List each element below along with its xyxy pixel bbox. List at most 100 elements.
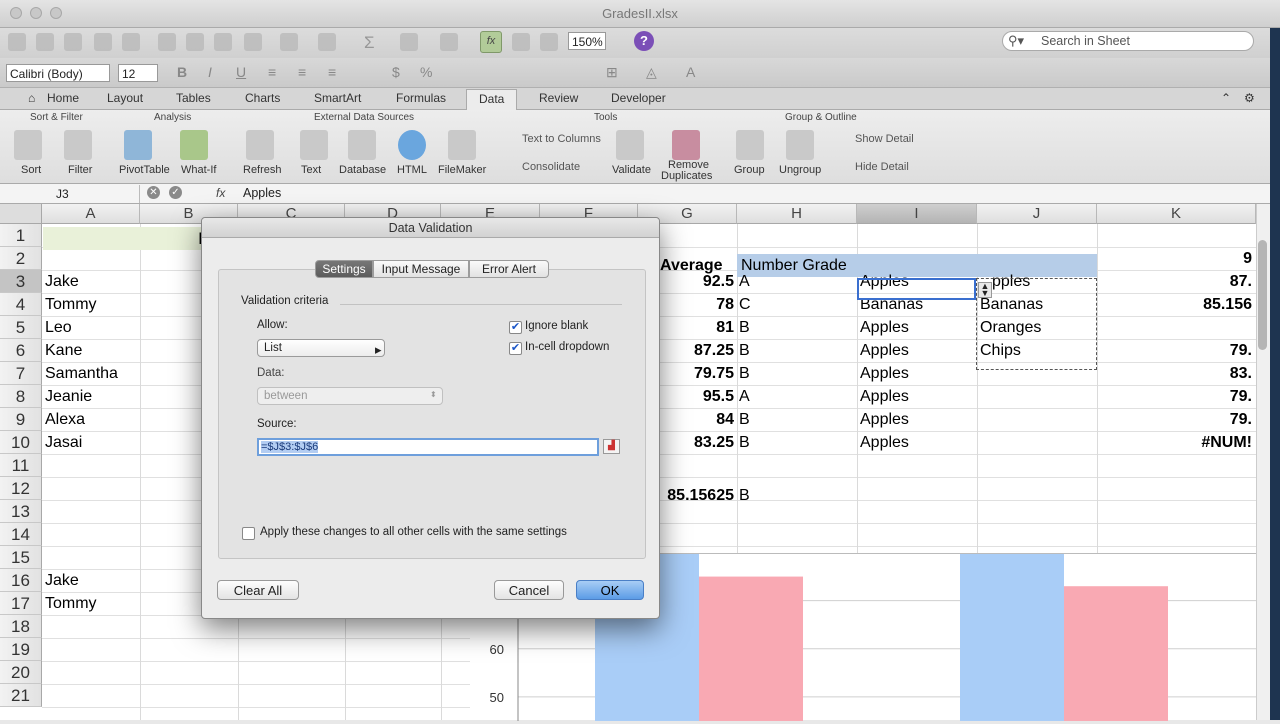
cell-name[interactable]: Jasai (43, 434, 82, 452)
cell-name[interactable]: Leo (43, 319, 72, 337)
cell-grade[interactable]: A (737, 273, 750, 291)
tab-developer[interactable]: Developer (611, 91, 666, 105)
cell-k[interactable]: #NUM! (1100, 434, 1252, 452)
refresh-button[interactable]: Refresh (243, 164, 282, 176)
cell-grade[interactable]: B (737, 319, 750, 337)
align-center-icon[interactable]: ≡ (298, 64, 306, 80)
row-header-5[interactable]: 5 (0, 316, 42, 339)
format-painter-icon[interactable] (244, 33, 262, 51)
cell-k[interactable]: 79. (1100, 411, 1252, 429)
percent-icon[interactable]: % (420, 64, 432, 80)
chart-bar-series2[interactable] (699, 576, 803, 721)
tab-smartart[interactable]: SmartArt (314, 91, 361, 105)
remove-duplicates-icon[interactable] (672, 130, 700, 160)
allow-select[interactable]: List (257, 339, 385, 357)
cell-grade[interactable]: B (737, 434, 750, 452)
search-input[interactable]: Search in Sheet (1002, 31, 1254, 51)
database-button[interactable]: Database (339, 164, 386, 176)
font-size-field[interactable]: 12 (118, 64, 158, 82)
cell-k[interactable]: 79. (1100, 342, 1252, 360)
fill-color-icon[interactable]: ◬ (646, 64, 657, 81)
source-input[interactable]: =$J$3:$J$6 (257, 438, 599, 456)
column-header-a[interactable]: A (42, 204, 140, 224)
collapse-dialog-icon[interactable]: ▟ (603, 439, 620, 454)
paste-icon[interactable] (214, 33, 232, 51)
copy-icon[interactable] (186, 33, 204, 51)
confirm-entry-icon[interactable]: ✓ (169, 186, 182, 199)
zoom-window-button[interactable] (50, 7, 62, 19)
cancel-button[interactable]: Cancel (494, 580, 564, 600)
row-header-7[interactable]: 7 (0, 362, 42, 385)
filemaker-button[interactable]: FileMaker (438, 164, 486, 176)
cell-grade[interactable]: A (737, 388, 750, 406)
row-header-12[interactable]: 12 (0, 477, 42, 500)
cell-i[interactable]: Apples (858, 411, 909, 429)
tab-input-message[interactable]: Input Message (373, 260, 469, 278)
filter-icon[interactable] (64, 130, 92, 160)
in-cell-dropdown-checkbox[interactable]: ✔ (509, 342, 522, 355)
name-box[interactable]: J3 (0, 185, 140, 203)
row-header-13[interactable]: 13 (0, 500, 42, 523)
cell-i[interactable]: Apples (858, 342, 909, 360)
show-detail-button[interactable]: Show Detail (855, 133, 914, 145)
save-icon[interactable] (94, 33, 112, 51)
cell-i[interactable]: Apples (858, 388, 909, 406)
hide-detail-button[interactable]: Hide Detail (855, 161, 909, 173)
cell-k[interactable]: 83. (1100, 365, 1252, 383)
cell-k[interactable]: 85.156 (1100, 296, 1252, 314)
cell-i[interactable]: Apples (858, 434, 909, 452)
ok-button[interactable]: OK (576, 580, 644, 600)
filter-button[interactable]: Filter (68, 164, 92, 176)
row-header-17[interactable]: 17 (0, 592, 42, 615)
what-if-button[interactable]: What-If (181, 164, 216, 176)
select-all-corner[interactable] (0, 204, 42, 224)
spinner-icon[interactable]: ▲ ▼ (978, 282, 992, 298)
align-left-icon[interactable]: ≡ (268, 64, 276, 80)
column-header-i[interactable]: I (857, 204, 977, 224)
undo-icon[interactable] (280, 33, 298, 51)
close-window-button[interactable] (10, 7, 22, 19)
sort-icon[interactable] (400, 33, 418, 51)
row-header-4[interactable]: 4 (0, 293, 42, 316)
chart-bar-series1[interactable] (960, 514, 1064, 721)
row-header-1[interactable]: 1 (0, 224, 42, 247)
ignore-blank-checkbox[interactable]: ✔ (509, 321, 522, 334)
cell-name[interactable]: Jeanie (43, 388, 92, 406)
remove-duplicates-label-2[interactable]: Duplicates (661, 170, 712, 182)
redo-icon[interactable] (318, 33, 336, 51)
scrollbar-thumb[interactable] (1258, 240, 1267, 350)
align-right-icon[interactable]: ≡ (328, 64, 336, 80)
row-header-16[interactable]: 16 (0, 569, 42, 592)
tab-error-alert[interactable]: Error Alert (469, 260, 549, 278)
group-icon[interactable] (736, 130, 764, 160)
filemaker-icon[interactable] (448, 130, 476, 160)
tab-data[interactable]: Data (466, 89, 518, 111)
cell-grade[interactable]: B (737, 342, 750, 360)
sort-icon[interactable] (14, 130, 42, 160)
minimize-window-button[interactable] (30, 7, 42, 19)
cell-name[interactable]: Jake (43, 273, 79, 291)
row-header-10[interactable]: 10 (0, 431, 42, 454)
row-header-9[interactable]: 9 (0, 408, 42, 431)
cell-k[interactable]: 79. (1100, 388, 1252, 406)
templates-icon[interactable] (36, 33, 54, 51)
text-to-columns-button[interactable]: Text to Columns (522, 133, 601, 145)
validate-icon[interactable] (616, 130, 644, 160)
tab-tables[interactable]: Tables (176, 91, 211, 105)
row-header-19[interactable]: 19 (0, 638, 42, 661)
gear-icon[interactable]: ⚙ (1244, 91, 1255, 105)
cell-i[interactable]: Apples (858, 365, 909, 383)
what-if-icon[interactable] (180, 130, 208, 160)
column-header-h[interactable]: H (737, 204, 857, 224)
underline-button[interactable]: U (236, 64, 246, 80)
group-button[interactable]: Group (734, 164, 765, 176)
help-icon[interactable]: ? (634, 31, 654, 51)
sort-button[interactable]: Sort (21, 164, 41, 176)
column-header-j[interactable]: J (977, 204, 1097, 224)
consolidate-button[interactable]: Consolidate (522, 161, 580, 173)
row-header-21[interactable]: 21 (0, 684, 42, 707)
cell-name[interactable]: Tommy (43, 296, 97, 314)
cell-k[interactable]: 9 (1100, 250, 1252, 268)
zoom-field[interactable]: 150% (568, 32, 606, 50)
formula-builder-icon[interactable]: fx (480, 31, 502, 53)
